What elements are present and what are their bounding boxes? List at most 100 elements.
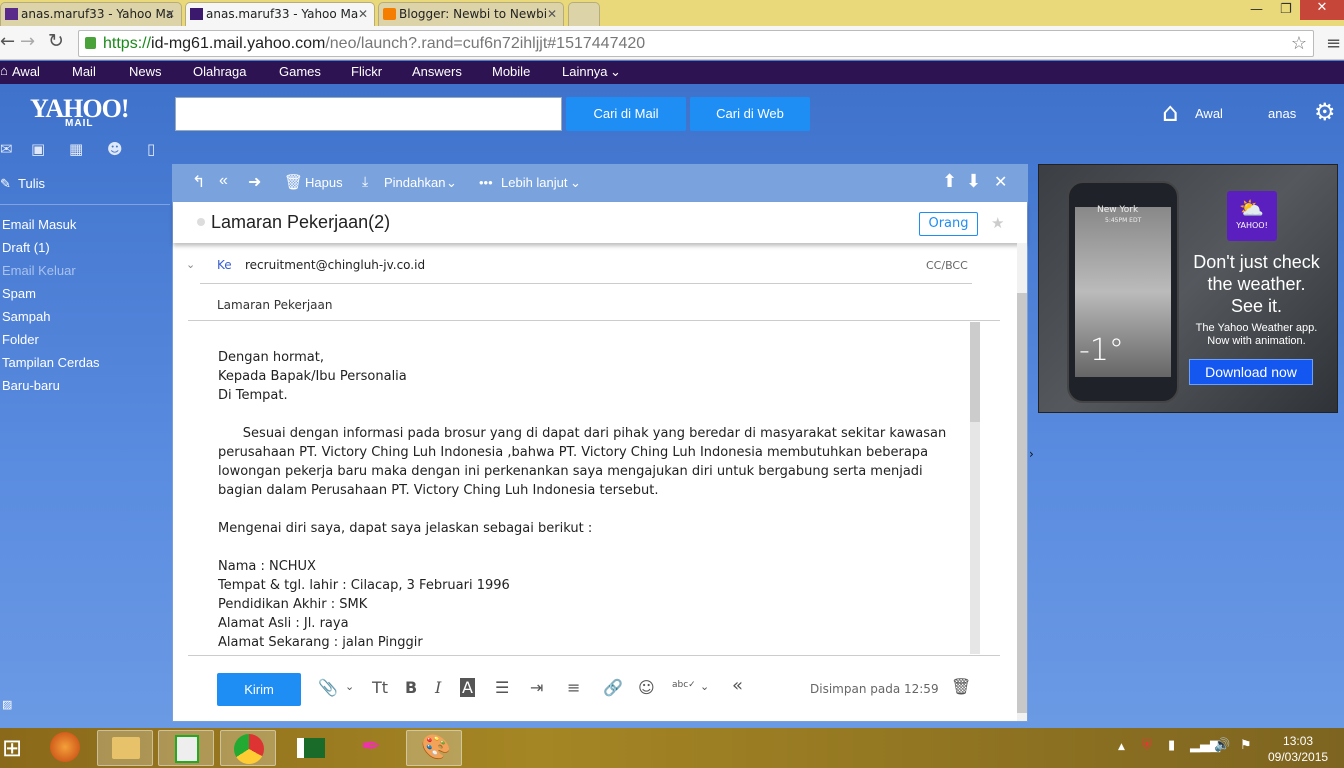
messenger-icon[interactable]: ☻ (107, 140, 123, 158)
chevron-down-icon[interactable]: ⌄ (700, 680, 709, 693)
close-window-icon[interactable]: ✕ (1300, 0, 1344, 20)
attach-icon[interactable]: 📎 (318, 678, 338, 697)
browser-tab[interactable]: Blogger: Newbi to Newbi ✕ (378, 2, 564, 26)
download-now-button[interactable]: Download now (1189, 359, 1313, 385)
user-name[interactable]: anas (1268, 106, 1296, 121)
panel-scrollbar[interactable] (1017, 243, 1027, 721)
italic-icon[interactable]: I (435, 678, 441, 697)
reply-icon[interactable]: ↰ (192, 172, 205, 192)
bookmark-star-icon[interactable]: ☆ (1291, 31, 1307, 56)
reply-all-icon[interactable]: « (219, 172, 228, 190)
menu-icon[interactable]: ≡ (1326, 33, 1341, 54)
taskbar-paint[interactable]: 🎨 (406, 730, 462, 766)
mail-icon[interactable]: ✉ (0, 140, 13, 158)
send-button[interactable]: Kirim (217, 673, 301, 706)
more-button[interactable]: Lebih lanjut (501, 175, 568, 190)
contacts-icon[interactable]: ▣ (31, 140, 45, 158)
align-icon[interactable]: ≡ (567, 678, 580, 697)
sidebar-item-smart-views[interactable]: Tampilan Cerdas (2, 355, 100, 370)
taskbar-chrome[interactable] (220, 730, 276, 766)
sidebar-item-trash[interactable]: Sampah (2, 309, 50, 324)
url-input[interactable]: https://id-mg61.mail.yahoo.com/neo/launc… (78, 30, 1314, 57)
forward-icon[interactable]: ➜ (248, 172, 261, 192)
taskbar-explorer[interactable] (97, 730, 153, 766)
reload-icon[interactable]: ↻ (48, 30, 64, 52)
indent-icon[interactable]: ⇥ (530, 678, 543, 697)
windows-start-icon[interactable]: ⊞ (2, 734, 22, 762)
volume-icon[interactable]: 🔊 (1214, 738, 1230, 753)
close-tab-icon[interactable]: ✕ (358, 3, 368, 25)
nav-olahraga[interactable]: Olahraga (193, 64, 246, 79)
delete-button[interactable]: Hapus (305, 175, 343, 190)
emoji-icon[interactable]: ☺ (638, 678, 655, 697)
gear-icon[interactable]: ⚙ (1314, 98, 1336, 126)
browser-tab[interactable]: anas.maruf33 - Yahoo Ma ✕ (0, 2, 182, 26)
spellcheck-icon[interactable]: abc✓ (672, 680, 696, 690)
mobile-icon[interactable]: ▯ (147, 140, 155, 158)
sidebar-item-drafts[interactable]: Draft (1) (2, 240, 50, 255)
yahoo-mail-logo[interactable]: YAHOO! MAIL (30, 94, 129, 129)
action-center-flag-icon[interactable]: ⚑ (1240, 738, 1252, 753)
sidebar-item-inbox[interactable]: Email Masuk (2, 217, 76, 232)
clock[interactable]: 13:03 09/03/2015 (1268, 733, 1328, 765)
nav-mail[interactable]: Mail (72, 64, 96, 79)
people-button[interactable]: Orang (919, 212, 978, 236)
bulleted-list-icon[interactable]: ☰ (495, 678, 509, 697)
search-input[interactable] (175, 97, 562, 131)
close-tab-icon[interactable]: ✕ (165, 3, 175, 25)
chevron-down-icon[interactable]: ⌄ (345, 680, 354, 693)
compose-button[interactable]: Tulis (18, 176, 45, 191)
nav-awal[interactable]: Awal (12, 64, 40, 79)
link-icon[interactable]: 🔗 (603, 678, 623, 697)
bold-icon[interactable]: B (405, 678, 417, 697)
antivirus-shield-icon[interactable]: ⛨ (1142, 738, 1152, 753)
show-hidden-icons[interactable]: ▲ (1118, 742, 1125, 752)
close-tab-icon[interactable]: ✕ (547, 3, 557, 25)
nav-games[interactable]: Games (279, 64, 321, 79)
minimize-icon[interactable]: — (1250, 2, 1263, 17)
cc-bcc-link[interactable]: CC/BCC (926, 259, 968, 272)
sidebar-item-spam[interactable]: Spam (2, 286, 36, 301)
collapse-chevron-icon[interactable]: ⌄ (186, 258, 195, 271)
body-scrollbar[interactable] (970, 322, 980, 654)
star-icon[interactable]: ★ (991, 214, 1004, 232)
next-message-icon[interactable]: ⬇ (966, 171, 981, 192)
browser-tab-active[interactable]: anas.maruf33 - Yahoo Ma ✕ (185, 2, 375, 26)
sidebar-item-folder[interactable]: Folder (2, 332, 39, 347)
nav-lainnya[interactable]: Lainnya (562, 64, 608, 79)
close-icon[interactable]: ✕ (994, 172, 1007, 192)
sidebar-item-recent[interactable]: Baru-baru (2, 378, 60, 393)
nav-news[interactable]: News (129, 64, 162, 79)
weather-ad[interactable]: New York 5:45PM EDT -1° ⛅ YAHOO! Don't ju… (1038, 164, 1338, 413)
image-icon[interactable]: ▨ (2, 698, 12, 711)
thread-title: Lamaran Pekerjaan(2) (211, 212, 391, 232)
collapse-toolbar-icon[interactable]: « (732, 675, 743, 696)
text-color-icon[interactable]: A (460, 678, 475, 697)
home-link[interactable]: Awal (1195, 106, 1223, 121)
new-tab-button[interactable] (568, 2, 600, 26)
sidebar-item-sent[interactable]: Email Keluar (2, 263, 76, 278)
taskbar-app[interactable] (158, 730, 214, 766)
subject-field[interactable]: Lamaran Pekerjaan (217, 298, 332, 312)
forward-icon[interactable]: → (20, 31, 35, 52)
taskbar-paint-app[interactable]: ✒ (345, 730, 401, 766)
maximize-icon[interactable]: ❐ (1280, 2, 1292, 17)
nav-answers[interactable]: Answers (412, 64, 462, 79)
expand-ad-chevron-icon[interactable]: › (1029, 447, 1034, 461)
nav-flickr[interactable]: Flickr (351, 64, 382, 79)
discard-draft-icon[interactable]: 🗑 (951, 677, 971, 696)
to-field[interactable]: recruitment@chingluh-jv.co.id (245, 258, 425, 272)
nav-mobile[interactable]: Mobile (492, 64, 530, 79)
back-icon[interactable]: ← (0, 31, 15, 52)
font-size-icon[interactable]: Tt (372, 678, 388, 697)
battery-icon[interactable]: ▮ (1168, 738, 1175, 753)
taskbar-firefox[interactable] (38, 730, 94, 766)
search-mail-button[interactable]: Cari di Mail (566, 97, 686, 131)
taskbar-flag-app[interactable] (283, 730, 339, 766)
home-icon[interactable]: ⌂ (1162, 98, 1179, 128)
previous-message-icon[interactable]: ⬆ (942, 171, 957, 192)
move-button[interactable]: Pindahkan (384, 175, 445, 190)
message-body-editor[interactable]: Dengan hormat, Kepada Bapak/Ibu Personali… (200, 330, 968, 654)
calendar-icon[interactable]: ▦ (69, 140, 83, 158)
search-web-button[interactable]: Cari di Web (690, 97, 810, 131)
